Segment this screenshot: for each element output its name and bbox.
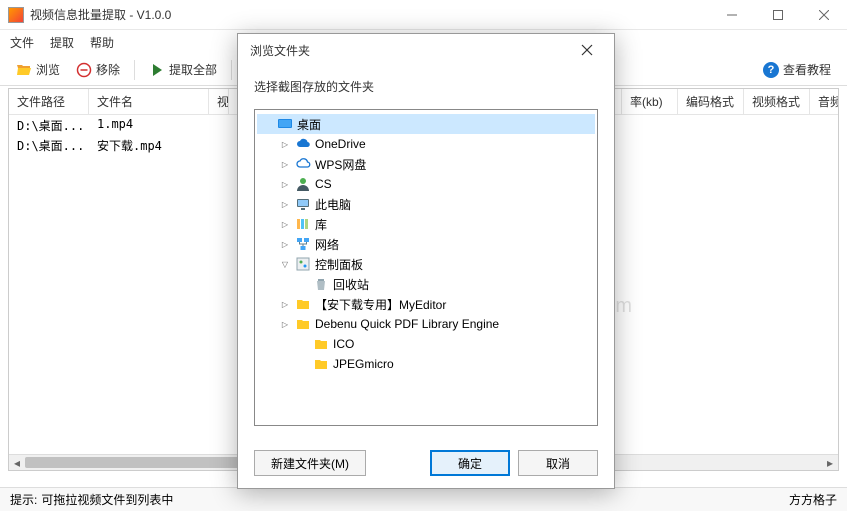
expander-icon[interactable]: ▷ bbox=[279, 160, 291, 169]
col-audio[interactable]: 音频 bbox=[810, 89, 838, 114]
tutorial-button[interactable]: ? 查看教程 bbox=[757, 58, 837, 81]
tree-item-label: CS bbox=[315, 177, 332, 191]
cancel-button[interactable]: 取消 bbox=[518, 450, 598, 476]
cell-name: 安下载.mp4 bbox=[89, 135, 209, 155]
cell-path: D:\桌面... bbox=[9, 115, 89, 135]
col-vformat[interactable]: 视频格式 bbox=[744, 89, 810, 114]
tree-item-label: WPS网盘 bbox=[315, 156, 366, 173]
cloud-blue-icon bbox=[295, 136, 311, 152]
status-brand: 方方格子 bbox=[789, 491, 837, 508]
tree-item-folder[interactable]: ICO bbox=[257, 334, 595, 354]
toolbar-separator bbox=[134, 60, 135, 80]
browse-label: 浏览 bbox=[36, 61, 60, 78]
folder-icon bbox=[313, 336, 329, 352]
scroll-right-icon[interactable]: ▸ bbox=[822, 455, 838, 470]
control-icon bbox=[295, 256, 311, 272]
cell-name: 1.mp4 bbox=[89, 115, 209, 135]
menu-help[interactable]: 帮助 bbox=[90, 34, 114, 51]
folder-icon bbox=[313, 356, 329, 372]
dialog-close-button[interactable] bbox=[572, 35, 602, 65]
dialog-title-bar: 浏览文件夹 bbox=[238, 34, 614, 66]
recycle-icon bbox=[313, 276, 329, 292]
tree-item-network[interactable]: ▷ 网络 bbox=[257, 234, 595, 254]
tree-item-control[interactable]: ▽ 控制面板 bbox=[257, 254, 595, 274]
maximize-button[interactable] bbox=[755, 0, 801, 30]
scroll-left-icon[interactable]: ◂ bbox=[9, 455, 25, 470]
folder-icon bbox=[295, 316, 311, 332]
tree-item-label: OneDrive bbox=[315, 137, 366, 151]
cell-path: D:\桌面... bbox=[9, 135, 89, 155]
status-hint-text: 可拖拉视频文件到列表中 bbox=[41, 491, 173, 508]
pc-icon bbox=[295, 196, 311, 212]
window-controls bbox=[709, 0, 847, 30]
new-folder-button[interactable]: 新建文件夹(M) bbox=[254, 450, 366, 476]
tree-item-folder[interactable]: JPEGmicro bbox=[257, 354, 595, 374]
tutorial-label: 查看教程 bbox=[783, 61, 831, 78]
menu-extract[interactable]: 提取 bbox=[50, 34, 74, 51]
dialog-title: 浏览文件夹 bbox=[250, 42, 572, 59]
tree-item-label: 桌面 bbox=[297, 116, 321, 133]
extract-all-button[interactable]: 提取全部 bbox=[143, 58, 223, 81]
expander-icon[interactable]: ▷ bbox=[279, 140, 291, 149]
remove-label: 移除 bbox=[96, 61, 120, 78]
remove-icon bbox=[76, 62, 92, 78]
tree-item-pc[interactable]: ▷ 此电脑 bbox=[257, 194, 595, 214]
network-icon bbox=[295, 236, 311, 252]
app-icon bbox=[8, 7, 24, 23]
tree-item-folder[interactable]: ▷ Debenu Quick PDF Library Engine bbox=[257, 314, 595, 334]
help-icon: ? bbox=[763, 62, 779, 78]
expander-icon[interactable]: ▷ bbox=[279, 220, 291, 229]
col-codec[interactable]: 编码格式 bbox=[678, 89, 744, 114]
expander-icon[interactable]: ▷ bbox=[279, 240, 291, 249]
title-bar: 视频信息批量提取 - V1.0.0 bbox=[0, 0, 847, 30]
expander-icon[interactable]: ▷ bbox=[279, 180, 291, 189]
tree-item-label: 【安下载专用】MyEditor bbox=[315, 296, 446, 313]
folder-open-icon bbox=[16, 62, 32, 78]
col-name[interactable]: 文件名 bbox=[89, 89, 209, 114]
tree-item-label: 库 bbox=[315, 216, 327, 233]
tree-item-label: 控制面板 bbox=[315, 256, 363, 273]
tree-item-desktop[interactable]: 桌面 bbox=[257, 114, 595, 134]
desktop-icon bbox=[277, 116, 293, 132]
tree-item-label: 此电脑 bbox=[315, 196, 351, 213]
dialog-instruction: 选择截图存放的文件夹 bbox=[254, 78, 598, 95]
folder-icon bbox=[295, 296, 311, 312]
library-icon bbox=[295, 216, 311, 232]
play-icon bbox=[149, 62, 165, 78]
tree-item-cloud-outline[interactable]: ▷ WPS网盘 bbox=[257, 154, 595, 174]
user-icon bbox=[295, 176, 311, 192]
close-icon bbox=[581, 44, 593, 56]
status-hint-label: 提示: bbox=[10, 491, 37, 508]
ok-button[interactable]: 确定 bbox=[430, 450, 510, 476]
folder-tree[interactable]: 桌面▷OneDrive▷WPS网盘▷CS▷此电脑▷库▷网络▽控制面板回收站▷【安… bbox=[254, 109, 598, 426]
extract-all-label: 提取全部 bbox=[169, 61, 217, 78]
tree-item-library[interactable]: ▷库 bbox=[257, 214, 595, 234]
expander-icon[interactable]: ▷ bbox=[279, 300, 291, 309]
tree-item-label: Debenu Quick PDF Library Engine bbox=[315, 317, 499, 331]
tree-item-recycle[interactable]: 回收站 bbox=[257, 274, 595, 294]
col-vid[interactable]: 视 bbox=[209, 89, 229, 114]
menu-file[interactable]: 文件 bbox=[10, 34, 34, 51]
close-button[interactable] bbox=[801, 0, 847, 30]
toolbar-separator bbox=[231, 60, 232, 80]
expander-icon[interactable]: ▷ bbox=[279, 320, 291, 329]
tree-item-label: 回收站 bbox=[333, 276, 369, 293]
col-rate[interactable]: 率(kb) bbox=[622, 89, 678, 114]
tree-item-label: 网络 bbox=[315, 236, 339, 253]
col-path[interactable]: 文件路径 bbox=[9, 89, 89, 114]
expander-icon[interactable]: ▽ bbox=[279, 260, 291, 269]
tree-item-user[interactable]: ▷ CS bbox=[257, 174, 595, 194]
tree-item-folder[interactable]: ▷ 【安下载专用】MyEditor bbox=[257, 294, 595, 314]
cloud-outline-icon bbox=[295, 156, 311, 172]
tree-item-cloud-blue[interactable]: ▷ OneDrive bbox=[257, 134, 595, 154]
browse-folder-dialog: 浏览文件夹 选择截图存放的文件夹 桌面 ▷ OneDrive ▷ WPS网盘 ▷ CS ▷ 此电… bbox=[237, 33, 615, 489]
browse-button[interactable]: 浏览 bbox=[10, 58, 66, 81]
status-bar: 提示: 可拖拉视频文件到列表中 方方格子 bbox=[0, 487, 847, 511]
tree-item-label: JPEGmicro bbox=[333, 357, 394, 371]
remove-button[interactable]: 移除 bbox=[70, 58, 126, 81]
tree-item-label: ICO bbox=[333, 337, 354, 351]
expander-icon[interactable]: ▷ bbox=[279, 200, 291, 209]
minimize-button[interactable] bbox=[709, 0, 755, 30]
